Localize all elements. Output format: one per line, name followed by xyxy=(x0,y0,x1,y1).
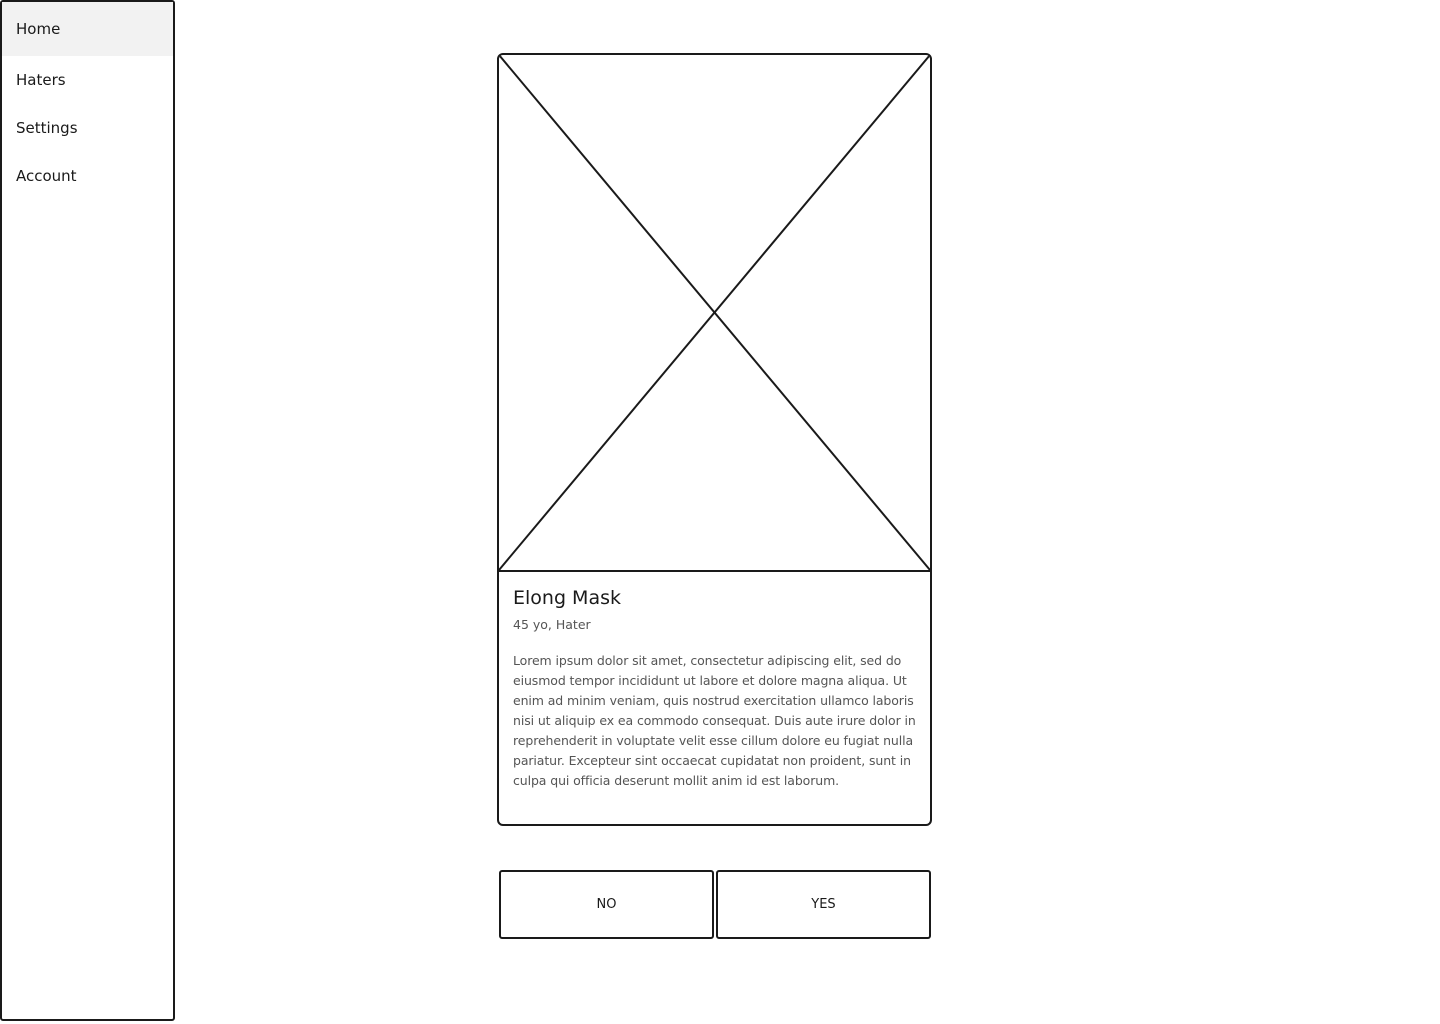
profile-details: Elong Mask 45 yo, Hater Lorem ipsum dolo… xyxy=(513,585,918,791)
sidebar: Home Haters Settings Account xyxy=(0,0,175,1021)
yes-button[interactable]: YES xyxy=(716,870,931,939)
action-buttons: NO YES xyxy=(499,870,931,939)
sidebar-item-label: Haters xyxy=(16,71,66,89)
image-placeholder-graphic xyxy=(499,55,930,570)
image-placeholder-icon xyxy=(499,55,930,572)
profile-bio: Lorem ipsum dolor sit amet, consectetur … xyxy=(513,653,916,788)
sidebar-item-label: Account xyxy=(16,167,77,185)
no-button[interactable]: NO xyxy=(499,870,714,939)
sidebar-item-haters[interactable]: Haters xyxy=(2,56,173,104)
profile-name: Elong Mask xyxy=(513,587,621,609)
profile-meta: 45 yo, Hater xyxy=(513,617,591,632)
sidebar-item-label: Settings xyxy=(16,119,78,137)
sidebar-item-home[interactable]: Home xyxy=(2,2,173,56)
sidebar-item-settings[interactable]: Settings xyxy=(2,104,173,152)
sidebar-item-account[interactable]: Account xyxy=(2,152,173,200)
profile-card: Elong Mask 45 yo, Hater Lorem ipsum dolo… xyxy=(497,53,932,826)
sidebar-item-label: Home xyxy=(16,20,61,38)
